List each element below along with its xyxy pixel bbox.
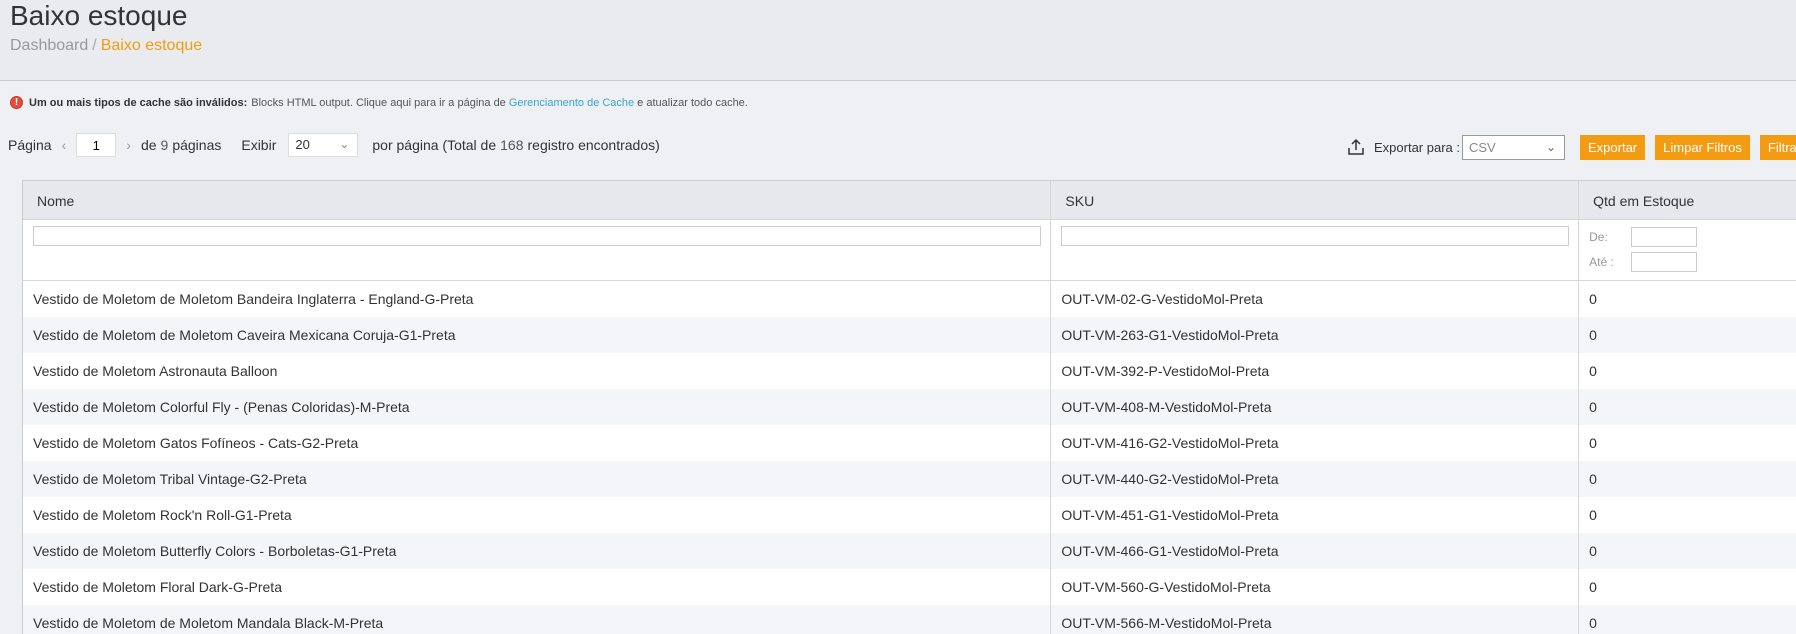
cell-nome: Vestido de Moletom Rock'n Roll-G1-Preta xyxy=(23,497,1052,533)
cell-nome: Vestido de Moletom Butterfly Colors - Bo… xyxy=(23,533,1052,569)
notice-bold: Um ou mais tipos de cache são inválidos: xyxy=(29,96,248,109)
page-label: Página xyxy=(8,137,52,153)
chevron-down-icon: ⌄ xyxy=(339,137,350,151)
cell-qtd: 0 xyxy=(1589,291,1597,307)
cell-sku: OUT-VM-408-M-VestidoMol-Preta xyxy=(1051,389,1580,425)
cell-nome: Vestido de Moletom Astronauta Balloon xyxy=(23,353,1052,389)
upload-icon xyxy=(1348,138,1364,155)
cell-qtd: 0 xyxy=(1589,507,1597,523)
table-row[interactable]: Vestido de Moletom Tribal Vintage-G2-Pre… xyxy=(23,461,1796,497)
records-label: registro encontrados) xyxy=(527,137,660,153)
cell-nome: Vestido de Moletom Gatos Fofíneos - Cats… xyxy=(23,425,1052,461)
column-header-sku[interactable]: SKU xyxy=(1051,181,1580,219)
table-row[interactable]: Vestido de Moletom Floral Dark-G-Preta OU… xyxy=(23,569,1796,605)
table-row[interactable]: Vestido de Moletom Astronauta Balloon OUT… xyxy=(23,353,1796,389)
show-label: Exibir xyxy=(241,137,277,153)
filter-cell-sku xyxy=(1051,220,1580,280)
cell-sku: OUT-VM-02-G-VestidoMol-Preta xyxy=(1051,281,1580,317)
filter-nome-input[interactable] xyxy=(33,226,1041,246)
of-label: de xyxy=(140,137,157,153)
per-page-label: por página (Total de xyxy=(372,137,497,153)
cache-management-link[interactable]: Gerenciamento de Cache xyxy=(509,97,634,109)
filter-cell-qtd: De: Até : xyxy=(1579,220,1796,280)
pager: Página ‹ › de 9 páginas Exibir 20 ⌄ por … xyxy=(8,132,660,158)
grid-body: Vestido de Moletom de Moletom Bandeira I… xyxy=(23,281,1796,634)
range-from-label: De: xyxy=(1589,230,1608,244)
breadcrumb-current: Baixo estoque xyxy=(100,37,203,54)
column-header-qtd[interactable]: Qtd em Estoque xyxy=(1579,181,1796,219)
export-area: Exportar para : CSV ⌄ Exportar Limpar Fi… xyxy=(1346,134,1796,160)
qty-from-input[interactable] xyxy=(1631,227,1698,247)
table-row[interactable]: Vestido de Moletom de Moletom Caveira Me… xyxy=(23,317,1796,353)
cell-nome: Vestido de Moletom de Moletom Mandala Bl… xyxy=(23,605,1052,634)
warning-icon: ! xyxy=(10,96,23,109)
grid-filters: De: Até : xyxy=(23,220,1796,281)
cell-sku: OUT-VM-566-M-VestidoMol-Preta xyxy=(1051,605,1580,634)
cell-qtd: 0 xyxy=(1589,363,1597,379)
page-input[interactable] xyxy=(76,133,117,157)
notice-text: Blocks HTML output. Clique aqui para ir … xyxy=(251,96,506,109)
cell-sku: OUT-VM-392-P-VestidoMol-Preta xyxy=(1051,353,1580,389)
total-records: 168 xyxy=(500,137,524,153)
low-stock-grid: Nome SKU Qtd em Estoque De: Até : Vestid… xyxy=(22,180,1796,634)
chevron-down-icon: ⌄ xyxy=(1545,139,1556,154)
table-row[interactable]: Vestido de Moletom Gatos Fofíneos - Cats… xyxy=(23,425,1796,461)
page-header: Baixo estoque Dashboard / Baixo estoque xyxy=(0,0,1796,81)
cell-sku: OUT-VM-440-G2-VestidoMol-Preta xyxy=(1051,461,1580,497)
cell-sku: OUT-VM-451-G1-VestidoMol-Preta xyxy=(1051,497,1580,533)
export-format-select[interactable]: CSV ⌄ xyxy=(1462,134,1565,160)
cell-sku: OUT-VM-416-G2-VestidoMol-Preta xyxy=(1051,425,1580,461)
table-row[interactable]: Vestido de Moletom Colorful Fly - (Penas… xyxy=(23,389,1796,425)
filter-button[interactable]: Filtrar xyxy=(1759,134,1796,160)
cell-qtd: 0 xyxy=(1589,435,1597,451)
grid-header: Nome SKU Qtd em Estoque xyxy=(23,181,1796,220)
export-button[interactable]: Exportar xyxy=(1580,134,1646,160)
breadcrumb-dashboard[interactable]: Dashboard xyxy=(10,37,88,54)
per-page-select[interactable]: 20 ⌄ xyxy=(288,133,359,157)
cell-sku: OUT-VM-466-G1-VestidoMol-Preta xyxy=(1051,533,1580,569)
export-label: Exportar para : xyxy=(1374,139,1460,155)
filter-cell-nome xyxy=(23,220,1052,280)
breadcrumb: Dashboard / Baixo estoque xyxy=(10,37,202,55)
prev-page-icon[interactable]: ‹ xyxy=(62,137,67,153)
table-row[interactable]: Vestido de Moletom Rock'n Roll-G1-Preta O… xyxy=(23,497,1796,533)
filter-sku-input[interactable] xyxy=(1061,226,1570,246)
cell-qtd: 0 xyxy=(1589,543,1597,559)
qty-to-input[interactable] xyxy=(1631,252,1698,272)
clear-filters-button[interactable]: Limpar Filtros xyxy=(1655,134,1750,160)
cell-nome: Vestido de Moletom de Moletom Bandeira I… xyxy=(23,281,1052,317)
next-page-icon[interactable]: › xyxy=(126,137,131,153)
per-page-value: 20 xyxy=(295,137,310,152)
total-pages: 9 xyxy=(160,137,169,153)
cell-sku: OUT-VM-560-G-VestidoMol-Preta xyxy=(1051,569,1580,605)
page-title: Baixo estoque xyxy=(10,0,188,31)
notice-text-end: e atualizar todo cache. xyxy=(637,96,748,109)
column-header-nome[interactable]: Nome xyxy=(23,181,1052,219)
breadcrumb-separator: / xyxy=(92,37,97,54)
cache-notice: ! Um ou mais tipos de cache são inválido… xyxy=(10,96,748,109)
export-format-value: CSV xyxy=(1469,139,1496,155)
cell-nome: Vestido de Moletom Tribal Vintage-G2-Pre… xyxy=(23,461,1052,497)
range-to-label: Até : xyxy=(1589,255,1614,269)
table-row[interactable]: Vestido de Moletom de Moletom Mandala Bl… xyxy=(23,605,1796,634)
cell-sku: OUT-VM-263-G1-VestidoMol-Preta xyxy=(1051,317,1580,353)
pages-label: páginas xyxy=(172,137,222,153)
cell-qtd: 0 xyxy=(1589,615,1597,631)
cell-nome: Vestido de Moletom de Moletom Caveira Me… xyxy=(23,317,1052,353)
table-row[interactable]: Vestido de Moletom Butterfly Colors - Bo… xyxy=(23,533,1796,569)
cell-qtd: 0 xyxy=(1589,327,1597,343)
cell-qtd: 0 xyxy=(1589,399,1597,415)
cell-qtd: 0 xyxy=(1589,471,1597,487)
cell-qtd: 0 xyxy=(1589,579,1597,595)
cell-nome: Vestido de Moletom Colorful Fly - (Penas… xyxy=(23,389,1052,425)
table-row[interactable]: Vestido de Moletom de Moletom Bandeira I… xyxy=(23,281,1796,317)
cell-nome: Vestido de Moletom Floral Dark-G-Preta xyxy=(23,569,1052,605)
